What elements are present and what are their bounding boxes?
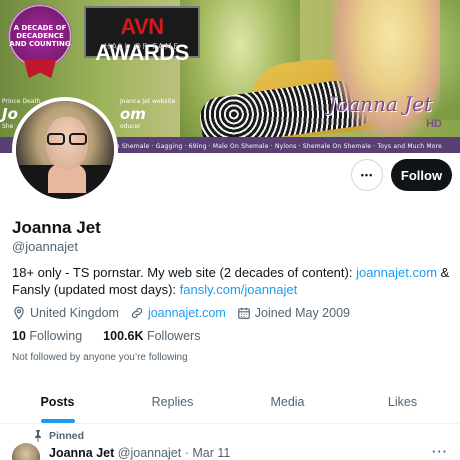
pin-icon xyxy=(35,430,41,442)
pinned-label: Pinned xyxy=(49,430,85,442)
profile-handle: @joannajet xyxy=(12,239,78,254)
joined-text: Joined May 2009 xyxy=(254,306,350,320)
decade-seal-logo: A DECADE OF DECADENCE AND COUNTING xyxy=(8,4,72,68)
banner-promo-right: Joanna Jet website om oducer xyxy=(120,98,240,130)
banner-figure xyxy=(330,0,440,140)
location-icon xyxy=(14,306,24,320)
followers-label: Followers xyxy=(146,329,201,343)
post-avatar[interactable] xyxy=(12,443,40,460)
avn-awards-title: AVN AWARDS xyxy=(86,14,198,66)
following-label: Following xyxy=(29,329,83,343)
post-date[interactable]: Mar 11 xyxy=(192,446,230,460)
followed-by-text: Not followed by anyone you’re following xyxy=(12,352,188,363)
post-more-icon[interactable]: ··· xyxy=(432,444,448,459)
active-tab-indicator xyxy=(40,419,75,423)
promo-right-big: om xyxy=(120,105,146,123)
avatar-glasses xyxy=(45,133,89,145)
profile-avatar[interactable] xyxy=(12,97,118,203)
profile-tabs: Posts Replies Media Likes xyxy=(0,380,460,424)
profile-meta: United Kingdom joannajet.com Joined May … xyxy=(12,305,361,321)
tab-posts-label: Posts xyxy=(40,394,75,409)
post-header: Joanna Jet @joannajet · Mar 11 xyxy=(49,446,230,460)
following-count: 10 xyxy=(12,329,26,343)
calendar-icon xyxy=(237,307,250,319)
profile-bio: 18+ only - TS pornstar. My web site (2 d… xyxy=(12,264,452,298)
promo-right-small: Joanna Jet website xyxy=(120,98,176,105)
bio-link-fansly[interactable]: fansly.com/joannajet xyxy=(180,282,298,297)
tab-media[interactable]: Media xyxy=(230,380,345,423)
post-author-handle[interactable]: @joannajet xyxy=(118,446,181,460)
location-item: United Kingdom xyxy=(12,306,119,320)
website-link[interactable]: joannajet.com xyxy=(148,306,226,320)
seal-text: A DECADE OF DECADENCE AND COUNTING xyxy=(9,24,71,48)
avn-awards-logo: AVN AWARDS HALL OF FAME xyxy=(84,6,200,65)
tab-replies[interactable]: Replies xyxy=(115,380,230,423)
following-link[interactable]: 10 Following xyxy=(12,329,82,343)
bio-text-1: 18+ only - TS pornstar. My web site (2 d… xyxy=(12,265,357,280)
tab-likes[interactable]: Likes xyxy=(345,380,460,423)
followers-link[interactable]: 100.6K Followers xyxy=(103,329,200,343)
more-icon: ••• xyxy=(360,170,374,180)
more-options-button[interactable]: ••• xyxy=(351,159,383,191)
banner-signature: Joanna Jet xyxy=(328,92,432,116)
tab-posts[interactable]: Posts xyxy=(0,380,115,423)
glasses-lens-right xyxy=(69,133,87,145)
website-item[interactable]: joannajet.com xyxy=(130,306,226,320)
location-text: United Kingdom xyxy=(30,306,119,320)
post-separator: · xyxy=(184,446,189,460)
link-icon xyxy=(131,307,143,319)
profile-counts: 10 Following 100.6K Followers xyxy=(12,329,200,343)
tab-replies-label: Replies xyxy=(151,394,194,409)
seal-ribbon xyxy=(24,60,56,78)
avn-text: AVN xyxy=(120,14,164,39)
followers-count: 100.6K xyxy=(103,329,144,343)
follow-button[interactable]: Follow xyxy=(391,159,452,191)
promo-right-sub: oducer xyxy=(120,123,141,130)
tab-media-label: Media xyxy=(270,394,305,409)
joined-item: Joined May 2009 xyxy=(237,306,350,320)
banner-hd-label: HD xyxy=(426,118,442,130)
glasses-lens-left xyxy=(47,133,65,145)
hall-of-fame-text: HALL OF FAME xyxy=(104,42,180,51)
tab-likes-label: Likes xyxy=(387,394,418,409)
post-author-name[interactable]: Joanna Jet xyxy=(49,446,114,460)
bio-link-website[interactable]: joannajet.com xyxy=(356,265,437,280)
profile-name: Joanna Jet xyxy=(12,218,101,237)
